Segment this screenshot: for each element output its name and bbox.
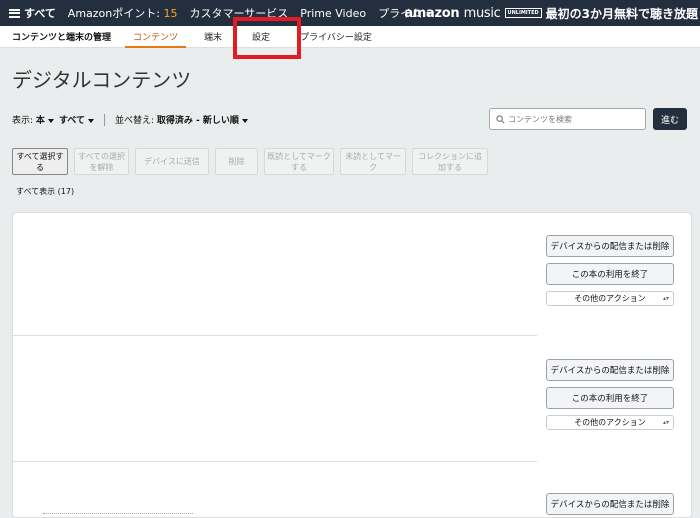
search-icon — [496, 114, 505, 123]
chevron-down-icon — [47, 118, 54, 123]
points-link[interactable]: Amazonポイント: 15 — [68, 5, 178, 21]
tab-content[interactable]: コンテンツ — [125, 26, 187, 48]
sort-dropdown[interactable]: 並べ替え: 取得済み - 新しい順 — [115, 113, 248, 126]
music-unlimited-banner[interactable]: amazon music UNLIMITED 最初の3か月無料で聴き放題 — [404, 0, 700, 26]
music-promo-text: 最初の3か月無料で聴き放題 — [545, 6, 698, 21]
tab-privacy[interactable]: プライバシー設定 — [292, 26, 380, 48]
return-book-button[interactable]: この本の利用を終了 — [546, 387, 674, 409]
other-actions-dropdown[interactable]: その他のアクション ▴▾ — [546, 415, 674, 430]
scope-filter[interactable]: すべて — [59, 113, 94, 126]
mark-unread-button[interactable]: 未読としてマーク — [340, 148, 406, 175]
list-item-actions: デバイスからの配信または削除 この本の利用を終了 その他のアクション ▴▾ — [546, 235, 674, 306]
select-all-button[interactable]: すべて選択する — [12, 148, 68, 175]
manage-tabs: コンテンツと端末の管理 コンテンツ 端末 設定 プライバシー設定 — [0, 26, 700, 48]
item-divider — [13, 335, 537, 336]
list-item-actions: デバイスからの配信または削除 この本の利用を終了 その他のアクション ▴▾ — [546, 359, 674, 430]
select-arrows-icon: ▴▾ — [662, 295, 669, 302]
item-divider — [13, 461, 537, 462]
manage-title: コンテンツと端末の管理 — [12, 33, 112, 43]
truncated-item-text — [43, 513, 193, 517]
return-book-button[interactable]: この本の利用を終了 — [546, 263, 674, 285]
show-filter[interactable]: 表示: 本 — [12, 113, 54, 126]
amazon-music-logo: amazon music — [404, 5, 501, 21]
list-item-actions: デバイスからの配信または削除 — [546, 493, 674, 517]
filter-bar: 表示: 本 すべて 並べ替え: 取得済み - 新しい順 — [12, 113, 248, 126]
points-value: 15 — [163, 7, 178, 20]
remove-from-device-button[interactable]: デバイスからの配信または削除 — [546, 493, 674, 515]
highlight-box — [233, 17, 301, 59]
chevron-down-icon — [87, 118, 94, 123]
add-to-collection-button[interactable]: コレクションに追加する — [412, 148, 488, 175]
unlimited-badge: UNLIMITED — [504, 8, 542, 18]
remove-from-device-button[interactable]: デバイスからの配信または削除 — [546, 235, 674, 257]
tab-devices[interactable]: 端末 — [196, 26, 230, 48]
content-list: デバイスからの配信または削除 この本の利用を終了 その他のアクション ▴▾ デバイ… — [12, 212, 692, 518]
mark-read-button[interactable]: 既読としてマークする — [264, 148, 334, 175]
divider — [103, 113, 105, 126]
top-nav: すべて Amazonポイント: 15 カスタマーサービス Prime Video… — [0, 0, 700, 26]
all-menu-button[interactable]: すべて — [9, 5, 56, 21]
prime-video-link[interactable]: Prime Video — [300, 7, 366, 20]
search-go-button[interactable]: 進む — [653, 108, 687, 130]
select-arrows-icon: ▴▾ — [662, 419, 669, 426]
search-input[interactable]: コンテンツを検索 — [489, 108, 646, 130]
remove-from-device-button[interactable]: デバイスからの配信または削除 — [546, 359, 674, 381]
result-count: すべて表示 (17) — [16, 187, 75, 196]
chevron-down-icon — [241, 118, 248, 123]
delete-button[interactable]: 削除 — [215, 148, 258, 175]
deselect-all-button[interactable]: すべての選択を解除 — [74, 148, 129, 175]
send-to-device-button[interactable]: デバイスに送信 — [135, 148, 209, 175]
bulk-actions: すべて選択する すべての選択を解除 デバイスに送信 削除 既読としてマークする … — [12, 148, 494, 175]
other-actions-dropdown[interactable]: その他のアクション ▴▾ — [546, 291, 674, 306]
page-title: デジタルコンテンツ — [12, 68, 192, 92]
hamburger-icon — [9, 8, 20, 18]
